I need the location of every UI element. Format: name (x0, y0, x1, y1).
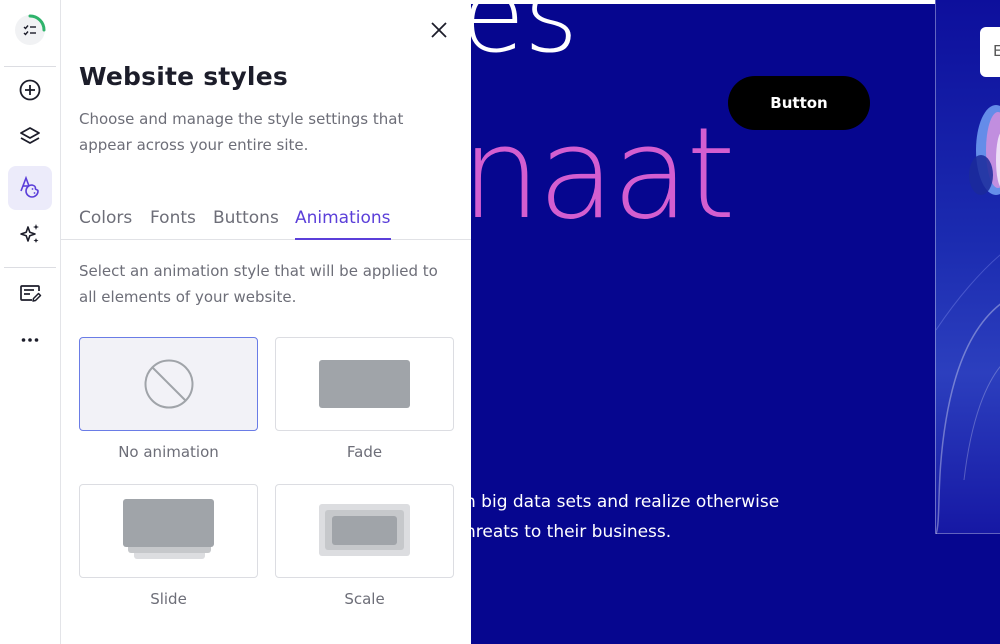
hero-image[interactable] (935, 0, 1000, 534)
panel-description: Choose and manage the style settings tha… (79, 110, 404, 154)
animation-description: Select an animation style that will be a… (79, 262, 438, 306)
hero-body-text[interactable]: n big data sets and realize otherwise hr… (471, 487, 825, 547)
hero-heading-line1[interactable]: es (471, 0, 578, 76)
more-dots-icon (18, 328, 42, 356)
animation-label-none: No animation (118, 443, 219, 461)
animation-label-scale: Scale (344, 590, 385, 608)
animation-option-scale[interactable] (275, 484, 454, 578)
rail-divider (4, 66, 56, 67)
tab-animations[interactable]: Animations (295, 208, 391, 240)
sparkles-icon (18, 222, 42, 250)
left-toolbar (0, 0, 61, 644)
website-styles-panel: Website styles Choose and manage the sty… (61, 0, 471, 644)
hero-heading-line2[interactable]: naat (471, 100, 736, 247)
more-options-button[interactable] (8, 320, 52, 364)
website-styles-button[interactable] (8, 166, 52, 210)
animation-option-fade[interactable] (275, 337, 454, 431)
ai-tools-button[interactable] (8, 214, 52, 258)
page-settings-button[interactable] (8, 273, 52, 317)
panel-title: Website styles (79, 62, 288, 91)
animation-label-slide: Slide (150, 590, 187, 608)
tab-fonts[interactable]: Fonts (150, 208, 196, 240)
close-icon (430, 21, 448, 43)
add-circle-icon (18, 78, 42, 106)
close-panel-button[interactable] (427, 20, 451, 44)
style-tabs: Colors Fonts Buttons Animations (61, 208, 471, 240)
animation-label-fade: Fade (346, 443, 383, 461)
tab-colors[interactable]: Colors (79, 208, 132, 240)
canvas-side-input[interactable]: E (980, 27, 1000, 77)
edit-page-icon (18, 281, 42, 309)
layers-icon (18, 125, 42, 153)
site-button[interactable]: Button (728, 76, 870, 130)
tab-buttons[interactable]: Buttons (213, 208, 279, 240)
app-logo-icon[interactable] (14, 14, 46, 46)
layers-button[interactable] (8, 117, 52, 161)
rail-divider (4, 267, 56, 268)
animation-option-none[interactable] (79, 337, 258, 431)
palette-text-icon (18, 174, 42, 202)
animation-option-slide[interactable] (79, 484, 258, 578)
fade-preview-icon (319, 360, 410, 408)
add-section-button[interactable] (8, 70, 52, 114)
website-canvas[interactable]: es naat Button n big data sets and reali… (471, 0, 1000, 644)
